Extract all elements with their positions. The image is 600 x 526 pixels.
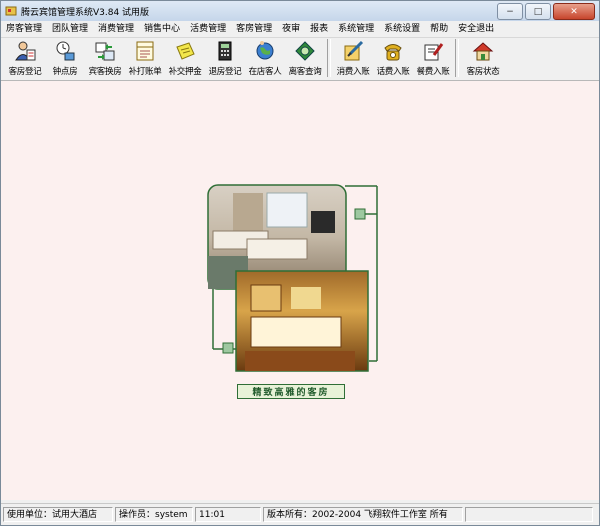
menu-group[interactable]: 团队管理 [47,21,93,37]
close-button[interactable]: ✕ [553,3,595,20]
menu-system-settings[interactable]: 系统设置 [379,21,425,37]
status-empty [465,506,593,522]
tool-swap-room[interactable]: 宾客换房 [85,38,125,78]
toolbar: 客房登记 钟点房 宾客换房 补打账单 补交押金 退房登记 在店客人 离客查询 消… [1,38,599,81]
tool-label: 客房状态 [466,67,500,77]
toolbar-separator [455,39,459,77]
tool-telephone-entry[interactable]: 话费入账 [373,38,413,78]
tool-hourly-room[interactable]: 钟点房 [45,38,85,78]
status-copyright: 版本所有：2002-2004 飞翔软件工作室 所有 [263,506,463,522]
room-banner-decoration [207,184,378,372]
menu-night-audit[interactable]: 夜审 [277,21,305,37]
tool-departed-query[interactable]: 离客查询 [285,38,325,78]
tool-label: 客房登记 [8,67,42,77]
tool-label: 退房登记 [208,67,242,77]
title-bar[interactable]: 腾云宾馆管理系统V3.84 试用版 − □ ✕ [1,1,599,21]
tool-label: 宾客换房 [88,67,122,77]
menu-system-management[interactable]: 系统管理 [333,21,379,37]
main-area: 精致高雅的客房 [1,81,599,500]
menu-consumption[interactable]: 消费管理 [93,21,139,37]
menu-room-guest[interactable]: 房客管理 [1,21,47,37]
menu-reports[interactable]: 报表 [305,21,333,37]
tool-label: 钟点房 [52,67,78,77]
tool-label: 消费入账 [336,67,370,77]
app-window: 腾云宾馆管理系统V3.84 试用版 − □ ✕ 房客管理 团队管理 消费管理 销… [0,0,600,526]
tool-label: 补打账单 [128,67,162,77]
meal-entry-icon [424,43,444,61]
menu-bar: 房客管理 团队管理 消费管理 销售中心 活费管理 客房管理 夜审 报表 系统管理… [1,21,599,38]
tool-room-status[interactable]: 客房状态 [461,38,505,78]
tool-guests-in-house[interactable]: 在店客人 [245,38,285,78]
window-controls: − □ ✕ [495,3,595,20]
consumption-entry-icon [344,40,364,61]
menu-sales[interactable]: 销售中心 [139,21,185,37]
toolbar-separator [327,39,331,77]
banner-caption: 精致高雅的客房 [237,384,345,399]
tool-label: 补交押金 [168,67,202,77]
menu-exit[interactable]: 安全退出 [453,21,499,37]
tool-label: 在店客人 [248,67,282,77]
tool-meal-entry[interactable]: 餐费入账 [413,38,453,78]
maximize-button[interactable]: □ [525,3,551,20]
room-status-house-icon [472,42,494,61]
menu-rooms[interactable]: 客房管理 [231,21,277,37]
tool-label: 餐费入账 [416,67,450,77]
app-icon [5,6,17,16]
room-photo-king [235,270,369,372]
tool-room-register[interactable]: 客房登记 [5,38,45,78]
tool-label: 离客查询 [288,67,322,77]
clock-room-icon [56,41,75,61]
status-time: 11:01 [195,506,261,522]
status-bar: 使用单位：试用大酒店 操作员：system 11:01 版本所有：2002-20… [1,503,599,524]
guests-in-house-icon [256,41,274,60]
departed-query-icon [295,41,315,61]
tool-add-deposit[interactable]: 补交押金 [165,38,205,78]
deposit-note-icon [176,42,195,60]
checkout-calculator-icon [218,41,232,61]
tool-checkout[interactable]: 退房登记 [205,38,245,78]
swap-room-icon [95,42,115,61]
tool-label: 话费入账 [376,67,410,77]
menu-help[interactable]: 帮助 [425,21,453,37]
tool-reprint-bill[interactable]: 补打账单 [125,38,165,78]
telephone-entry-icon [384,44,402,61]
minimize-button[interactable]: − [497,3,523,20]
tool-consumption-entry[interactable]: 消费入账 [333,38,373,78]
menu-phone-fee[interactable]: 活费管理 [185,21,231,37]
status-unit: 使用单位：试用大酒店 [3,506,113,522]
status-operator: 操作员：system [115,506,193,522]
window-title: 腾云宾馆管理系统V3.84 试用版 [21,7,150,18]
person-register-icon [15,41,36,61]
reprint-bill-icon [136,41,154,61]
banner-caption-text: 精致高雅的客房 [252,388,330,398]
